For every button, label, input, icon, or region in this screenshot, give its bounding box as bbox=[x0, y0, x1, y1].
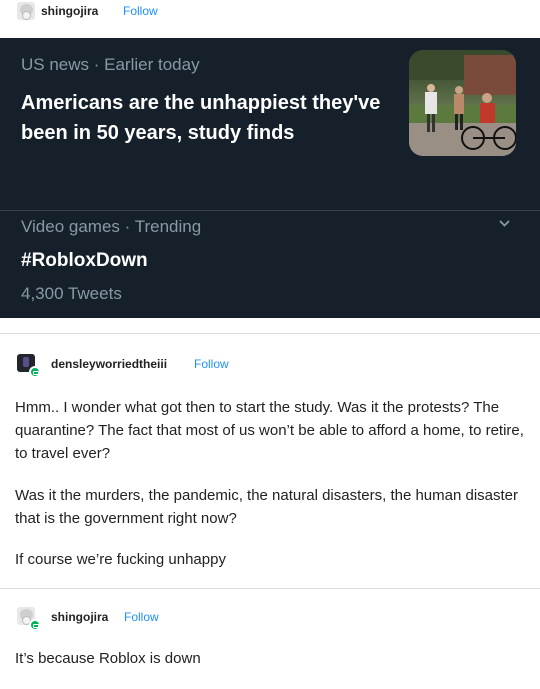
trend-category: Video games · Trending bbox=[21, 217, 202, 236]
divider bbox=[0, 210, 540, 211]
trend-headline[interactable]: Americans are the unhappiest they've bee… bbox=[21, 88, 401, 148]
post-paragraph: Hmm.. I wonder what got then to start th… bbox=[15, 399, 524, 462]
post-paragraph: If course we’re fucking unhappy bbox=[15, 551, 226, 568]
trend-category: US news · Earlier today bbox=[21, 55, 200, 74]
trend-hashtag[interactable]: #RobloxDown bbox=[21, 250, 148, 272]
tweet-count: 4,300 Tweets bbox=[21, 284, 122, 303]
username-link[interactable]: shingojira bbox=[41, 4, 98, 18]
chat-badge-icon bbox=[29, 619, 41, 631]
news-photo bbox=[409, 50, 516, 156]
post-paragraph: It’s because Roblox is down bbox=[15, 650, 201, 667]
chat-badge-icon bbox=[29, 366, 41, 378]
follow-button[interactable]: Follow bbox=[124, 610, 159, 624]
tweet-trends-card: US news · Earlier today Americans are th… bbox=[0, 38, 540, 318]
news-photo-art bbox=[409, 50, 516, 156]
post-header: shingojira Follow bbox=[0, 605, 540, 631]
post-header: densleyworriedtheiii Follow bbox=[0, 352, 540, 378]
follow-button[interactable]: Follow bbox=[123, 4, 158, 18]
chevron-down-icon[interactable] bbox=[499, 218, 510, 229]
post-header: shingojira Follow bbox=[0, 0, 540, 22]
divider bbox=[0, 588, 540, 589]
follow-button[interactable]: Follow bbox=[194, 357, 229, 371]
post-paragraph: Was it the murders, the pandemic, the na… bbox=[15, 487, 519, 527]
username-link[interactable]: shingojira bbox=[51, 610, 108, 624]
avatar[interactable] bbox=[17, 2, 35, 20]
divider bbox=[0, 333, 540, 334]
username-link[interactable]: densleyworriedtheiii bbox=[51, 357, 167, 371]
